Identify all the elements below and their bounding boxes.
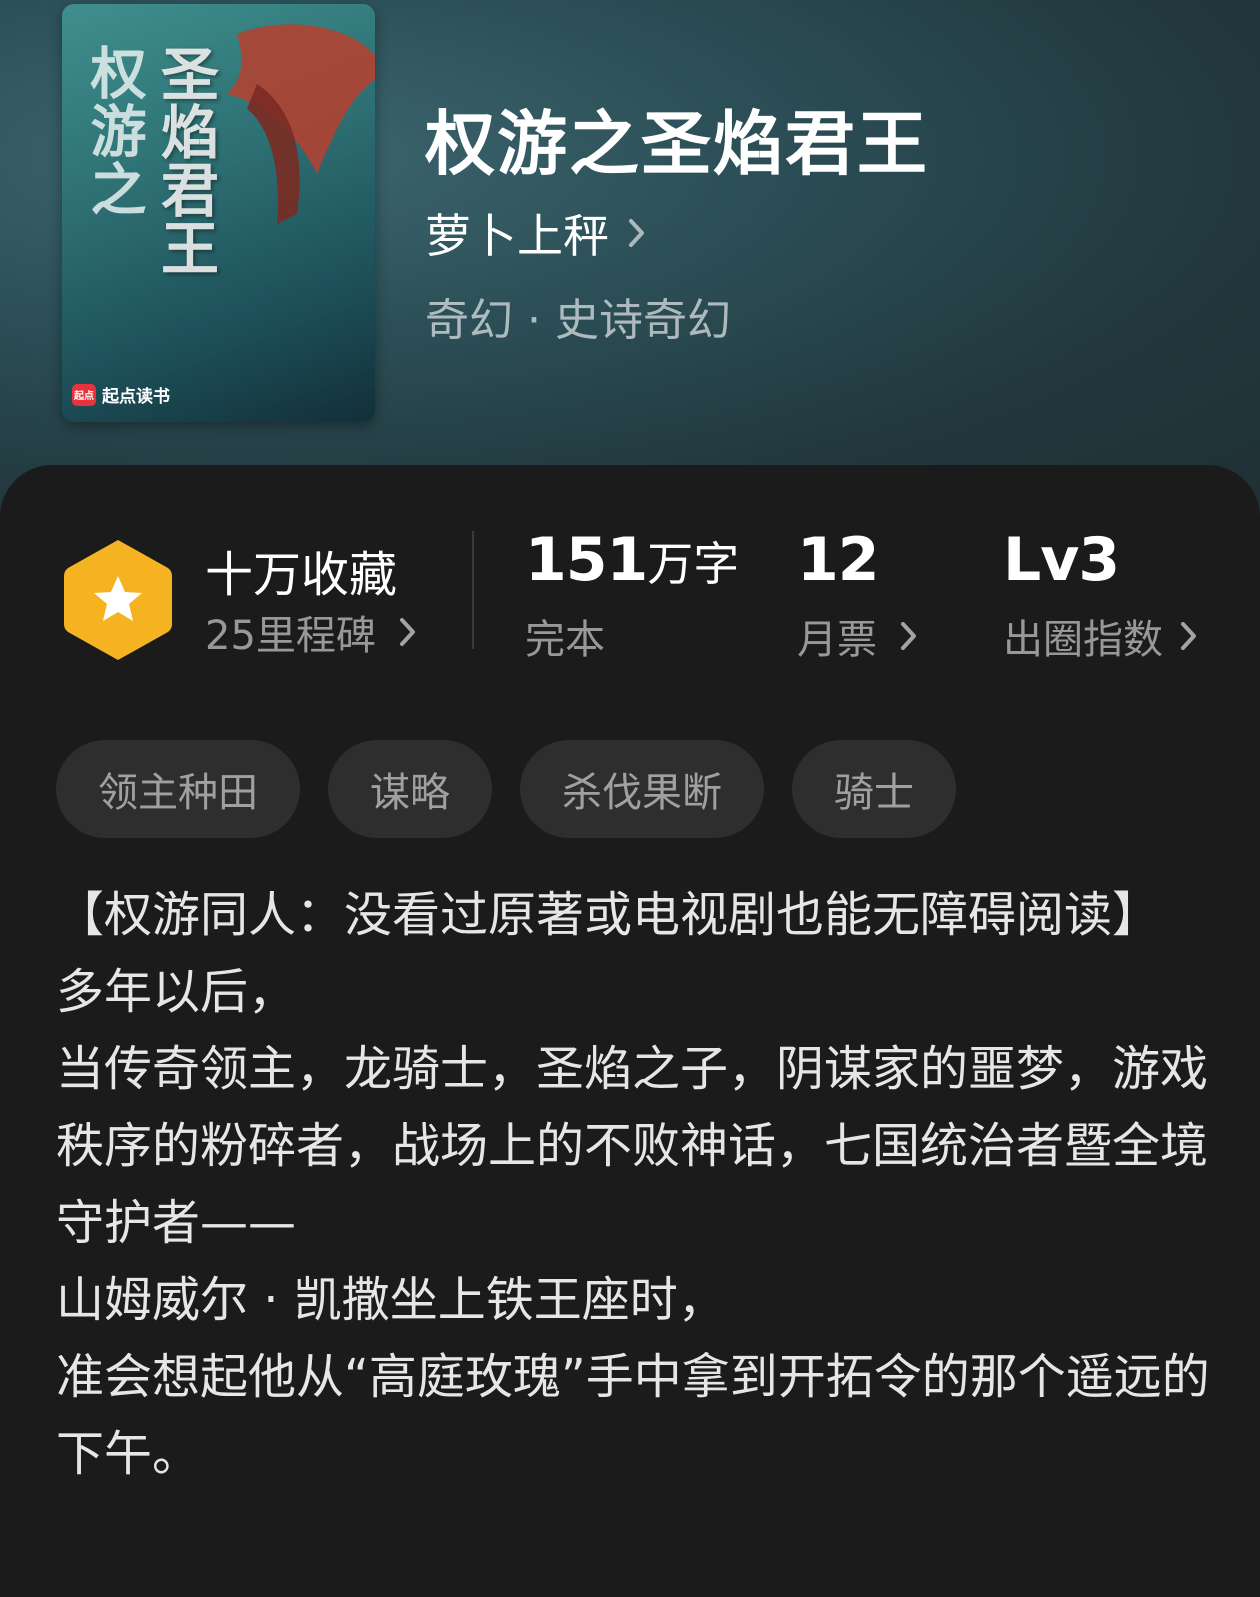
- author-name: 萝卜上秤: [425, 209, 609, 263]
- book-cover[interactable]: 权游之 圣焰君王 起点 起点读书: [62, 4, 375, 422]
- stats-row: 十万收藏 25里程碑 151万字 完本 12 月票 Lv3 出圈指数: [0, 465, 1260, 705]
- monthly-ticket-count: 12: [797, 525, 879, 595]
- chevron-right-icon: [629, 219, 644, 247]
- word-count-number: 151: [525, 525, 648, 595]
- chevron-right-icon: [1181, 622, 1196, 650]
- circle-index: Lv3: [1003, 525, 1120, 595]
- chevron-right-icon: [901, 622, 916, 650]
- book-genre[interactable]: 奇幻 · 史诗奇幻: [425, 284, 731, 348]
- collect-label: 十万收藏: [205, 547, 398, 603]
- book-title: 权游之圣焰君王: [425, 102, 929, 185]
- tag-chip[interactable]: 谋略: [328, 740, 492, 838]
- cover-title-right: 圣焰君王: [151, 44, 219, 276]
- tag-chip[interactable]: 杀伐果断: [520, 740, 764, 838]
- monthly-ticket-label: 月票: [797, 617, 877, 663]
- chevron-right-icon: [399, 618, 415, 646]
- word-count-unit: 万字: [647, 537, 740, 591]
- cover-title-left: 权游之: [81, 44, 147, 218]
- circle-index-level: Lv3: [1003, 525, 1120, 595]
- tag-chip[interactable]: 骑士: [792, 740, 956, 838]
- book-header: 权游之 圣焰君王 起点 起点读书 权游之圣焰君王 萝卜上秤 奇幻 · 史诗奇幻: [0, 0, 1260, 520]
- milestone-link[interactable]: 25里程碑: [205, 603, 418, 661]
- status-label: 完本: [525, 617, 605, 663]
- book-detail-card: 十万收藏 25里程碑 151万字 完本 12 月票 Lv3 出圈指数 领主种田 …: [0, 465, 1260, 1597]
- circle-index-link[interactable]: 出圈指数: [1003, 607, 1199, 665]
- book-description: 【权游同人：没看过原著或电视剧也能无障碍阅读】 多年以后， 当传奇领主，龙骑士，…: [56, 887, 1210, 1482]
- publisher-mark: 起点: [72, 383, 96, 406]
- publisher-name: 起点读书: [102, 387, 170, 407]
- word-count: 151万字: [525, 525, 739, 595]
- dragon-wing-art: [227, 24, 375, 224]
- monthly-ticket-link[interactable]: 月票: [797, 607, 919, 665]
- star-hexagon-icon: [64, 540, 172, 660]
- milestone-label: 25里程碑: [205, 613, 376, 659]
- stats-divider: [472, 531, 474, 649]
- circle-index-label: 出圈指数: [1003, 617, 1163, 663]
- monthly-ticket-number: 12: [797, 525, 879, 595]
- tag-chip[interactable]: 领主种田: [56, 740, 300, 838]
- tag-list: 领主种田 谋略 杀伐果断 骑士: [56, 740, 956, 838]
- author-link[interactable]: 萝卜上秤: [425, 200, 647, 266]
- publisher-logo: 起点 起点读书: [72, 382, 170, 407]
